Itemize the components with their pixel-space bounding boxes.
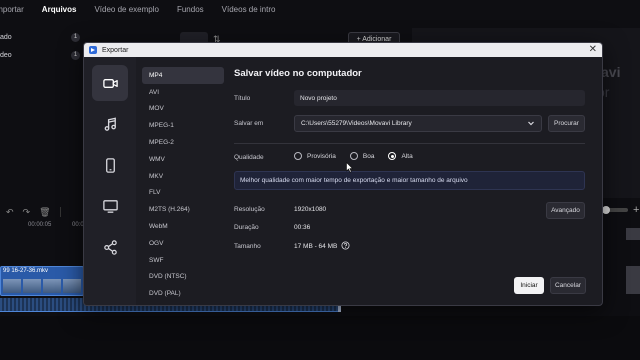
- zoom-slider[interactable]: [602, 206, 628, 214]
- format-item-mov[interactable]: MOV: [142, 101, 224, 118]
- delete-icon[interactable]: 🗑: [39, 207, 50, 218]
- format-item-swf[interactable]: SWF: [142, 252, 224, 269]
- category-share-button[interactable]: [92, 229, 128, 265]
- quality-label: Qualidade: [234, 154, 264, 161]
- timeline-ruler: 00:00:05 00:00:10: [0, 222, 95, 232]
- mouse-cursor-icon: [346, 162, 353, 173]
- undo-icon[interactable]: ↶: [6, 207, 14, 218]
- timeline-clip-right: [626, 228, 640, 240]
- duration-label: Duração: [234, 224, 259, 231]
- redo-icon[interactable]: ↷: [23, 207, 31, 218]
- app-logo-icon: [89, 46, 97, 54]
- format-item-mp4[interactable]: MP4: [142, 67, 224, 84]
- radio-button-selected[interactable]: [388, 152, 397, 160]
- help-icon[interactable]: [341, 241, 350, 250]
- quality-option-good[interactable]: Boa: [349, 152, 375, 160]
- radio-button[interactable]: [294, 152, 302, 160]
- export-settings-panel: Salvar vídeo no computador Título Novo p…: [234, 57, 602, 305]
- radio-label: Alta: [401, 152, 413, 160]
- resolution-value: 1920x1080: [294, 206, 327, 213]
- radio-label: Provisória: [307, 152, 336, 160]
- format-list: MP4 AVI MOV MPEG-1 MPEG-2 WMV MKV FLV M2…: [142, 67, 224, 305]
- format-item-dvd-pal[interactable]: DVD (PAL): [142, 285, 224, 302]
- dialog-titlebar: Exportar ✕: [84, 43, 602, 57]
- dialog-title: Exportar: [102, 46, 129, 54]
- quality-radio-group: Provisória Boa Alta: [294, 152, 427, 160]
- format-item-dvd-ntsc[interactable]: DVD (NTSC): [142, 269, 224, 286]
- tab-intro-videos[interactable]: Vídeos de intro: [222, 5, 276, 14]
- browse-button[interactable]: Procurar: [548, 115, 585, 132]
- clip-filename: 99 16-27-36.mkv: [3, 268, 49, 274]
- app-window: Importar Arquivos Vídeo de exemplo Fundo…: [0, 0, 640, 360]
- export-dialog: Exportar ✕ MP4 AVI MOV MPEG-1 MPEG-2 WMV…: [83, 42, 603, 306]
- quality-info-banner: Melhor qualidade com maior tempo de expo…: [234, 171, 585, 190]
- category-video-button[interactable]: [92, 65, 128, 101]
- format-item-ogv[interactable]: OGV: [142, 235, 224, 252]
- folder-item[interactable]: ado 1: [0, 30, 84, 44]
- quality-option-draft[interactable]: Provisória: [294, 152, 336, 160]
- size-label: Tamanho: [234, 243, 261, 250]
- folder-item-label: deo: [0, 51, 12, 59]
- category-mobile-button[interactable]: [92, 147, 128, 183]
- format-item-mpeg1[interactable]: MPEG-1: [142, 117, 224, 134]
- tab-import[interactable]: Importar: [0, 5, 24, 14]
- format-item-flv[interactable]: FLV: [142, 185, 224, 202]
- radio-button[interactable]: [349, 152, 358, 160]
- title-input[interactable]: Novo projeto: [294, 90, 585, 106]
- folder-count-badge: 1: [71, 32, 80, 42]
- share-icon: [103, 239, 117, 255]
- quality-info-text: Melhor qualidade com maior tempo de expo…: [240, 177, 468, 184]
- ruler-label: 00:00:05: [28, 222, 52, 228]
- timeline-clip-right: [626, 266, 640, 294]
- folder-count-badge: 1: [71, 50, 80, 60]
- toolbar-divider: [59, 207, 61, 217]
- size-value: 17 MB - 64 MB: [294, 243, 338, 250]
- timeline-empty-area: [0, 316, 640, 360]
- timeline-toolbar: ↶ ↷ 🗑: [0, 204, 86, 220]
- start-export-button[interactable]: Iniciar: [514, 277, 544, 294]
- save-location-dropdown[interactable]: C:\Users\55279\Videos\Movavi Library: [294, 115, 542, 132]
- music-note-icon: [104, 117, 116, 131]
- timeline-video-clip[interactable]: 99 16-27-36.mkv: [0, 266, 84, 296]
- close-icon[interactable]: ✕: [589, 44, 597, 56]
- section-divider: [234, 143, 585, 144]
- format-item-webm[interactable]: WebM: [142, 218, 224, 235]
- zoom-in-icon[interactable]: +: [633, 204, 639, 216]
- tab-files[interactable]: Arquivos: [42, 5, 77, 14]
- video-camera-icon: [102, 78, 118, 88]
- clip-thumbnails: [3, 279, 81, 293]
- smartphone-icon: [105, 157, 115, 173]
- tab-sample-video[interactable]: Vídeo de exemplo: [94, 5, 159, 14]
- quality-option-high[interactable]: Alta: [388, 152, 413, 160]
- export-category-rail: [84, 57, 136, 305]
- title-label: Título: [234, 95, 251, 102]
- format-item-mpeg2[interactable]: MPEG-2: [142, 134, 224, 151]
- format-item-avi[interactable]: AVI: [142, 84, 224, 101]
- duration-value: 00:36: [294, 224, 311, 231]
- zoom-slider-handle[interactable]: [602, 206, 610, 214]
- media-tabs: Importar Arquivos Vídeo de exemplo Fundo…: [0, 0, 420, 18]
- media-folder-list: ado 1 deo 1: [0, 28, 84, 62]
- folder-item-label: ado: [0, 33, 12, 41]
- radio-label: Boa: [362, 152, 375, 160]
- resolution-label: Resolução: [234, 206, 265, 213]
- save-location-value: C:\Users\55279\Videos\Movavi Library: [301, 120, 412, 127]
- folder-item[interactable]: deo 1: [0, 48, 84, 62]
- category-tv-button[interactable]: [92, 188, 128, 224]
- panel-heading: Salvar vídeo no computador: [234, 68, 362, 79]
- preview-watermark: avi: [601, 64, 621, 80]
- tab-backgrounds[interactable]: Fundos: [177, 5, 204, 14]
- chevron-down-icon: [528, 121, 534, 126]
- format-item-mkv[interactable]: MKV: [142, 168, 224, 185]
- advanced-button[interactable]: Avançado: [546, 202, 585, 219]
- format-item-m2ts[interactable]: M2TS (H.264): [142, 201, 224, 218]
- cancel-button[interactable]: Cancelar: [550, 277, 586, 294]
- tv-icon: [102, 199, 118, 213]
- format-item-wmv[interactable]: WMV: [142, 151, 224, 168]
- save-location-label: Salvar em: [234, 120, 264, 127]
- category-audio-button[interactable]: [92, 106, 128, 142]
